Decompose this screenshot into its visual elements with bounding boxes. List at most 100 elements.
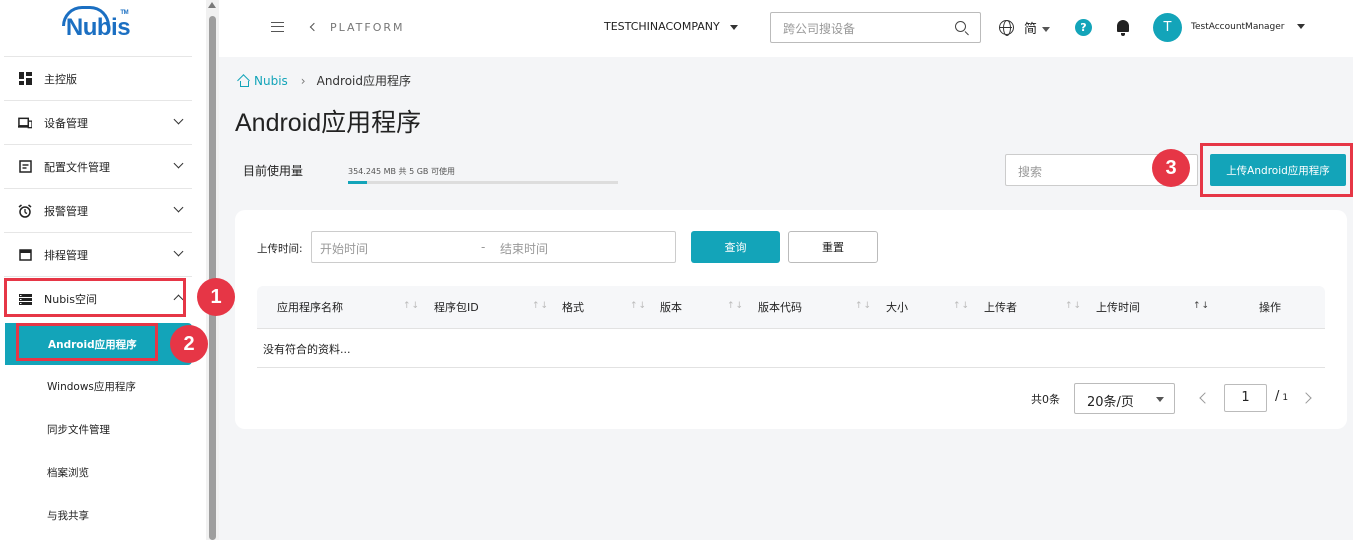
sort-icon[interactable]: ↑↓: [403, 301, 420, 311]
caret-down-icon: [1042, 27, 1051, 32]
sidebar-scrollbar[interactable]: [206, 0, 219, 540]
query-button[interactable]: 查询: [691, 231, 780, 263]
user-menu[interactable]: TestAccountManager: [1191, 22, 1305, 32]
page-title: Android应用程序: [235, 109, 422, 137]
chevron-down-icon: [173, 202, 184, 213]
column-header-actions: 操作: [1259, 301, 1281, 314]
sidebar-subitem-sync-files[interactable]: 同步文件管理: [4, 408, 192, 451]
avatar[interactable]: T: [1153, 13, 1182, 42]
sort-icon[interactable]: ↑↓: [532, 301, 549, 311]
sidebar-subitem-shared-with-me[interactable]: 与我共享: [4, 494, 192, 537]
empty-message: 没有符合的资料...: [263, 343, 351, 356]
usage-label: 目前使用量: [243, 164, 304, 178]
logo-text: TM Nubis: [61, 6, 131, 42]
usage-text: 354.245 MB 共 5 GB 可使用: [348, 167, 455, 176]
sidebar-subitem-windows-apps[interactable]: Windows应用程序: [4, 365, 192, 408]
home-icon[interactable]: [237, 75, 250, 87]
table-empty-row: 没有符合的资料...: [257, 329, 1325, 368]
language-selector[interactable]: 简: [1024, 18, 1051, 37]
column-header-package-id[interactable]: 程序包ID: [434, 299, 479, 315]
column-header-version-code[interactable]: 版本代码: [758, 299, 802, 315]
reset-button[interactable]: 重置: [788, 231, 878, 263]
bell-icon[interactable]: [1117, 20, 1129, 36]
help-icon[interactable]: ?: [1075, 19, 1092, 36]
start-date-input[interactable]: 开始时间: [320, 240, 368, 257]
sidebar-item-dashboard[interactable]: 主控版: [4, 57, 192, 101]
column-header-uploader[interactable]: 上传者: [984, 299, 1017, 315]
column-header-format[interactable]: 格式: [562, 299, 584, 315]
breadcrumb: Nubis › Android应用程序: [237, 72, 411, 89]
globe-icon[interactable]: [999, 20, 1014, 36]
breadcrumb-separator: ›: [300, 73, 306, 88]
column-header-upload-time[interactable]: 上传时间: [1096, 299, 1140, 315]
caret-down-icon: [1156, 397, 1164, 402]
chevron-down-icon: [173, 158, 184, 169]
sidebar-subitem-label: 档案浏览: [47, 467, 89, 479]
breadcrumb-home-link[interactable]: Nubis: [254, 74, 288, 88]
sort-icon[interactable]: ↑↓: [855, 301, 872, 311]
dashboard-icon: [18, 72, 32, 86]
sidebar-subitem-label: 与我共享: [47, 510, 89, 522]
menu-icon[interactable]: [271, 22, 284, 32]
date-range-separator: -: [481, 240, 486, 254]
device-search-input[interactable]: 跨公司搜设备: [770, 12, 981, 43]
profile-icon: [18, 160, 32, 174]
caret-down-icon: [729, 24, 738, 30]
sidebar-subitem-file-browser[interactable]: 档案浏览: [4, 451, 192, 494]
sidebar-item-profiles[interactable]: 配置文件管理: [4, 145, 192, 189]
column-header-version[interactable]: 版本: [660, 299, 682, 315]
sidebar-item-label: 设备管理: [44, 116, 88, 130]
sort-icon[interactable]: ↑↓: [953, 301, 970, 311]
sort-icon[interactable]: ↑↓: [630, 301, 647, 311]
upload-time-label: 上传时间:: [257, 243, 303, 255]
sort-desc-icon[interactable]: ↑↓: [1193, 301, 1210, 311]
devices-icon: [18, 116, 32, 130]
sidebar-item-label: 报警管理: [44, 204, 88, 218]
usage-progress-bar: [348, 181, 618, 184]
app-search-placeholder: 搜索: [1018, 165, 1043, 179]
platform-link[interactable]: PLATFORM: [330, 21, 405, 34]
annotation-highlight-android-apps: [16, 323, 158, 361]
chevron-down-icon: [173, 114, 184, 125]
sidebar-subitem-label: Windows应用程序: [47, 381, 136, 393]
cloud-logo-icon: [61, 6, 110, 26]
sidebar: TM Nubis 主控版 设备管理 配置文件管理 报警管理 排程管理 Nubis…: [0, 0, 206, 540]
search-icon[interactable]: [955, 21, 966, 32]
sort-icon[interactable]: ↑↓: [1065, 301, 1082, 311]
column-header-app-name[interactable]: 应用程序名称: [277, 299, 343, 315]
alarm-clock-icon: [18, 203, 32, 218]
date-range-picker[interactable]: 开始时间 - 结束时间: [311, 231, 676, 263]
sidebar-item-schedule[interactable]: 排程管理: [4, 233, 192, 277]
sidebar-item-label: 排程管理: [44, 248, 88, 262]
nubis-logo[interactable]: TM Nubis: [4, 0, 192, 57]
page-size-select[interactable]: 20条/页: [1074, 383, 1175, 414]
company-name: TESTCHINACOMPANY: [604, 20, 720, 33]
sidebar-item-alarms[interactable]: 报警管理: [4, 189, 192, 233]
page-total-value: 1: [1282, 393, 1289, 403]
company-selector[interactable]: TESTCHINACOMPANY: [604, 20, 738, 33]
caret-down-icon: [1296, 24, 1305, 29]
annotation-badge-3: 3: [1152, 149, 1190, 187]
table-header: 应用程序名称 ↑↓ 程序包ID ↑↓ 格式 ↑↓ 版本 ↑↓ 版本代码 ↑↓ 大…: [257, 286, 1325, 329]
sidebar-subitem-label: 同步文件管理: [47, 424, 110, 436]
topbar: PLATFORM TESTCHINACOMPANY 跨公司搜设备 简 ? T T…: [219, 0, 1353, 57]
total-count: 共0条: [1031, 393, 1060, 406]
calendar-icon: [18, 248, 32, 262]
logo-trademark: TM: [120, 10, 129, 16]
end-date-input[interactable]: 结束时间: [500, 240, 548, 257]
page-number-input[interactable]: 1: [1224, 384, 1267, 412]
breadcrumb-current: Android应用程序: [316, 74, 412, 88]
chevron-down-icon: [173, 246, 184, 257]
annotation-badge-1: 1: [197, 278, 235, 316]
sort-icon[interactable]: ↑↓: [727, 301, 744, 311]
sidebar-item-label: 主控版: [44, 72, 77, 86]
column-header-size[interactable]: 大小: [886, 299, 908, 315]
scroll-up-arrow-icon[interactable]: [208, 2, 216, 8]
device-search-placeholder: 跨公司搜设备: [783, 22, 856, 36]
chevron-left-icon[interactable]: [309, 22, 319, 32]
page-total: /1: [1275, 389, 1289, 404]
annotation-highlight-upload-button: [1200, 143, 1353, 197]
sidebar-item-devices[interactable]: 设备管理: [4, 101, 192, 145]
page-size-value: 20条/页: [1087, 395, 1134, 410]
user-name: TestAccountManager: [1191, 22, 1285, 32]
